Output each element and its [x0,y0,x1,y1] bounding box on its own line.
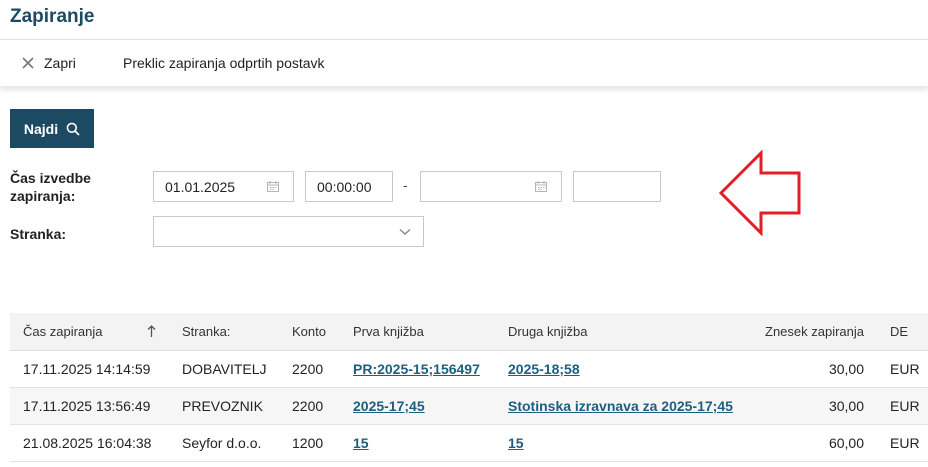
col-amount[interactable]: Znesek zapiranja [710,313,864,350]
time-from-input[interactable]: 00:00:00 [305,171,393,202]
cell-amount: 60,00 [828,435,864,451]
partner-label: Stranka: [10,226,67,242]
date-from-input[interactable]: 01.01.2025 [153,171,294,202]
cell-amount: 30,00 [828,398,864,414]
chevron-down-icon [399,228,411,235]
title-bar: Zapiranje [0,0,928,40]
partner-select[interactable] [153,216,424,247]
time-to-input[interactable] [573,171,661,202]
first-entry-link[interactable]: 2025-17;45 [353,388,425,424]
time-from-value: 00:00:00 [317,178,372,195]
search-icon [66,122,80,136]
close-button-label: Zapri [44,55,76,71]
col-closing-time[interactable]: Čas zapiranja [23,313,103,350]
second-entry-link[interactable]: Stotinska izravnava za 2025-17;45 [508,388,733,424]
cell-amount: 30,00 [828,361,864,377]
undo-closing-label: Preklic zapiranja odprtih postavk [123,55,325,71]
cell-partner: DOBAVITELJ [182,361,267,377]
second-entry-link[interactable]: 15 [508,425,524,461]
col-currency[interactable]: DE [890,313,908,350]
col-account[interactable]: Konto [292,313,326,350]
toolbar: Zapri Preklic zapiranja odprtih postavk [0,40,928,87]
range-separator: - [403,177,408,193]
date-from-value: 01.01.2025 [165,178,236,195]
date-to-input[interactable] [420,171,562,202]
closing-time-label-line2: zapiranja: [10,188,76,204]
sort-ascending-icon[interactable] [147,325,156,338]
cell-closing-time: 17.11.2025 13:56:49 [23,398,151,414]
cell-account: 1200 [292,435,324,451]
search-button-label: Najdi [23,120,59,137]
results-table: Čas zapiranja Stranka: Konto Prva knjižb… [10,313,928,462]
undo-closing-button[interactable]: Preklic zapiranja odprtih postavk [123,55,325,71]
col-first-entry[interactable]: Prva knjižba [353,313,424,350]
cell-account: 2200 [292,361,324,377]
cell-partner: Seyfor d.o.o. [182,435,262,451]
close-icon [22,57,34,69]
search-button[interactable]: Najdi [10,109,94,148]
cell-closing-time: 17.11.2025 14:14:59 [23,361,151,377]
col-second-entry[interactable]: Druga knjižba [508,313,588,350]
cell-partner: PREVOZNIK [182,398,263,414]
cell-closing-time: 21.08.2025 16:04:38 [23,435,152,451]
cell-currency: EUR [890,361,920,377]
cell-account: 2200 [292,398,324,414]
closing-time-label-line1: Čas izvedbe [10,170,91,186]
table-header: Čas zapiranja Stranka: Konto Prva knjižb… [10,313,928,351]
close-button[interactable]: Zapri [21,55,76,71]
col-partner[interactable]: Stranka: [182,313,230,350]
first-entry-link[interactable]: PR:2025-15;156497 [353,351,480,387]
cell-currency: EUR [890,398,920,414]
first-entry-link[interactable]: 15 [353,425,369,461]
page-title: Zapiranje [10,6,95,27]
calendar-icon [535,181,547,192]
calendar-icon [267,181,279,192]
red-arrow-annotation [718,150,801,236]
table-row: 21.08.2025 16:04:38 Seyfor d.o.o. 1200 1… [10,425,928,462]
closing-time-label: Čas izvedbe zapiranja: [10,169,91,205]
table-row: 17.11.2025 14:14:59 DOBAVITELJ 2200 PR:2… [10,351,928,388]
cell-currency: EUR [890,435,920,451]
table-row: 17.11.2025 13:56:49 PREVOZNIK 2200 2025-… [10,388,928,425]
second-entry-link[interactable]: 2025-18;58 [508,351,580,387]
